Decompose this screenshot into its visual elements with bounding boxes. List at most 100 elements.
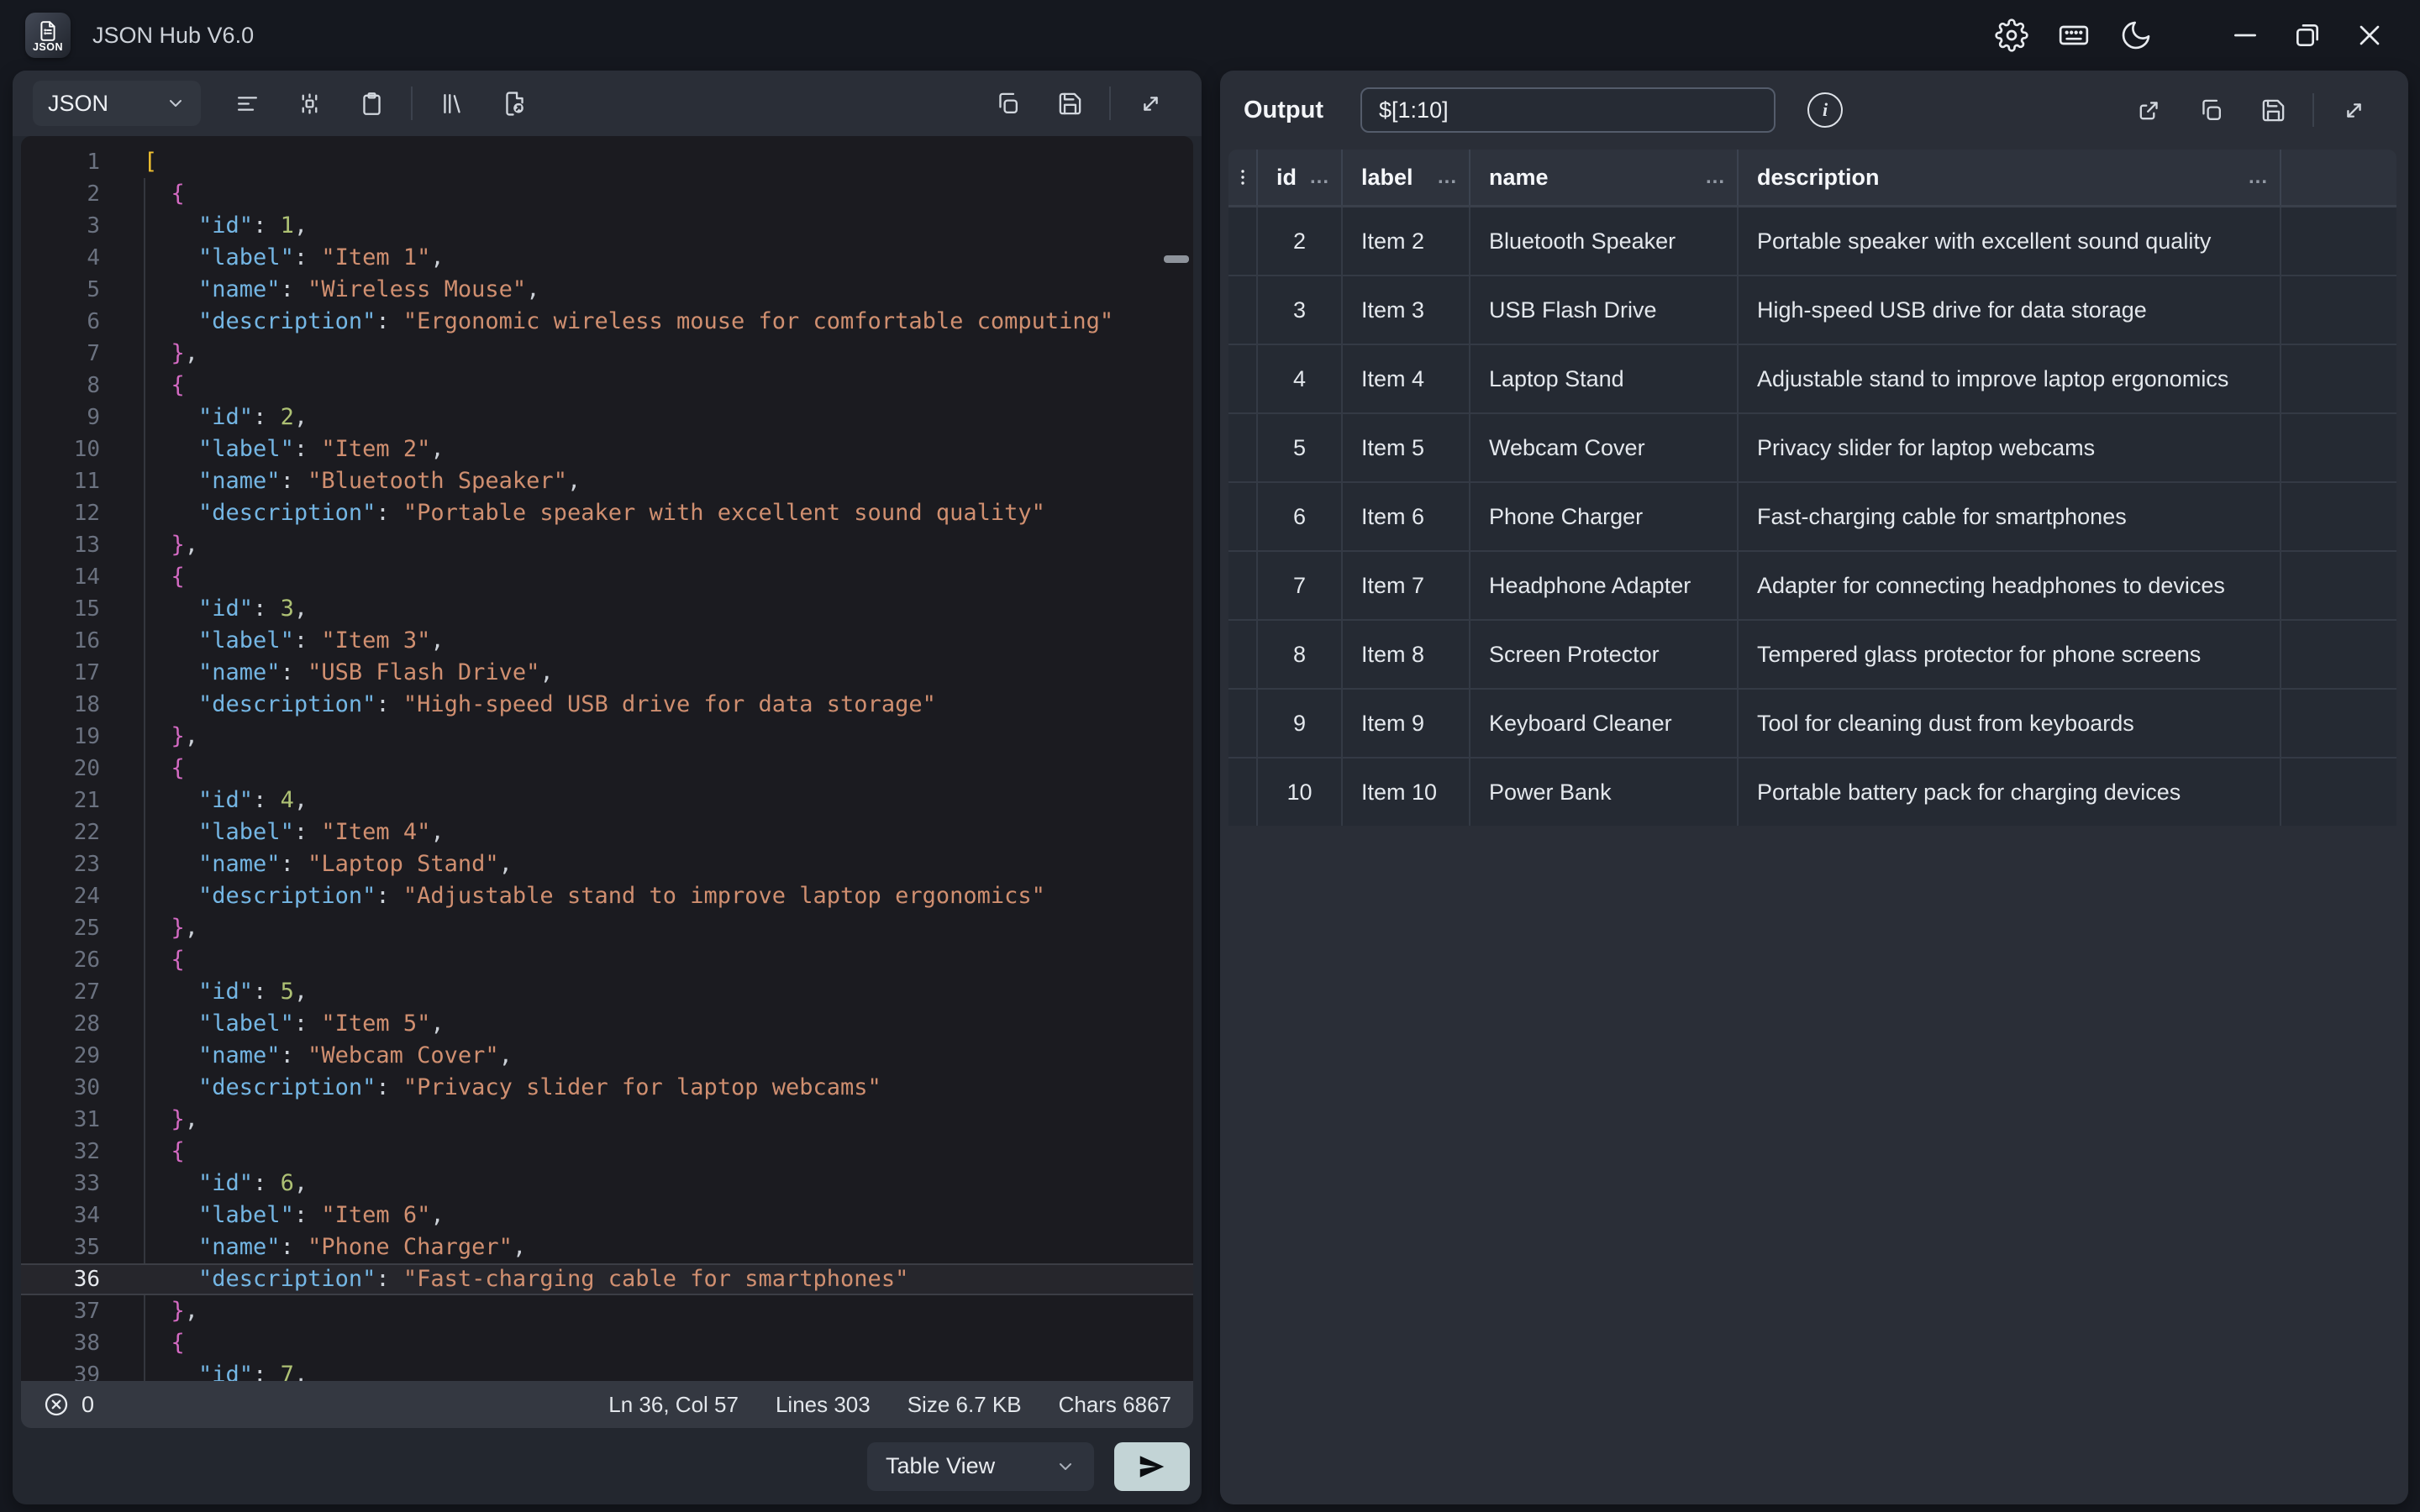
row-gutter — [1228, 207, 1258, 275]
editor-line: 22 "label": "Item 4", — [21, 816, 1193, 848]
copy-source-button[interactable] — [987, 83, 1028, 123]
cell-description: High-speed USB drive for data storage — [1739, 276, 2281, 344]
restore-icon — [2291, 18, 2324, 52]
chevron-down-icon — [166, 93, 186, 113]
code-text: "description": "Portable speaker with ex… — [122, 497, 1045, 529]
cell-name: Power Bank — [1470, 759, 1739, 826]
library-button[interactable] — [432, 83, 472, 123]
cell-name: USB Flash Drive — [1470, 276, 1739, 344]
editor-line: 4 "label": "Item 1", — [21, 242, 1193, 274]
theme-toggle-button[interactable] — [2109, 12, 2163, 59]
editor-line: 38 { — [21, 1327, 1193, 1359]
minimize-icon — [2228, 18, 2262, 52]
editor-line: 21 "id": 4, — [21, 785, 1193, 816]
code-text: "name": "Laptop Stand", — [122, 848, 513, 880]
format-select[interactable]: JSON — [33, 81, 201, 126]
editor-line: 39 "id": 7, — [21, 1359, 1193, 1381]
editor-line: 27 "id": 5, — [21, 976, 1193, 1008]
table-row: 9Item 9Keyboard CleanerTool for cleaning… — [1228, 688, 2396, 757]
column-menu-handle[interactable]: ... — [2249, 165, 2268, 189]
save-source-button[interactable] — [1050, 83, 1090, 123]
copy-output-button[interactable] — [2191, 90, 2231, 130]
table-menu-button[interactable] — [1228, 150, 1258, 205]
cell-label: Item 10 — [1343, 759, 1470, 826]
editor-line: 29 "name": "Webcam Cover", — [21, 1040, 1193, 1072]
line-number: 3 — [21, 210, 122, 242]
code-text: }, — [122, 1295, 198, 1327]
paste-button[interactable] — [351, 83, 392, 123]
code-text: "description": "Privacy slider for lapto… — [122, 1072, 881, 1104]
jsonpath-query-input[interactable] — [1360, 87, 1776, 133]
editor-line: 16 "label": "Item 3", — [21, 625, 1193, 657]
save-output-button[interactable] — [2253, 90, 2293, 130]
cell-label: Item 2 — [1343, 207, 1470, 275]
editor-line: 13 }, — [21, 529, 1193, 561]
cell-id: 7 — [1258, 552, 1343, 619]
code-text: "description": "Ergonomic wireless mouse… — [122, 306, 1113, 338]
save-icon — [2260, 97, 2286, 123]
code-text: "id": 5, — [122, 976, 308, 1008]
line-number: 16 — [21, 625, 122, 657]
code-text: "description": "Fast-charging cable for … — [122, 1263, 908, 1295]
keyboard-shortcuts-button[interactable] — [2047, 12, 2101, 59]
column-menu-handle[interactable]: ... — [1706, 165, 1725, 189]
line-count: Lines 303 — [776, 1392, 871, 1418]
cell-spacer — [2281, 621, 2396, 688]
output-toolbar — [2118, 90, 2385, 130]
code-text: }, — [122, 338, 198, 370]
gear-icon — [1995, 18, 2028, 52]
share-icon — [2136, 97, 2162, 123]
cell-description: Adapter for connecting headphones to dev… — [1739, 552, 2281, 619]
close-button[interactable] — [2343, 12, 2396, 59]
error-count: 0 — [82, 1392, 94, 1418]
run-controls: Table View — [13, 1428, 1202, 1504]
expand-editor-button[interactable] — [1130, 83, 1171, 123]
code-text: "description": "Adjustable stand to impr… — [122, 880, 1045, 912]
cell-label: Item 4 — [1343, 345, 1470, 412]
output-panel: Output i — [1220, 71, 2408, 1504]
editor-line: 15 "id": 3, — [21, 593, 1193, 625]
restore-button[interactable] — [2281, 12, 2334, 59]
column-menu-handle[interactable]: ... — [1438, 165, 1457, 189]
column-label: name — [1489, 165, 1549, 191]
code-text: "label": "Item 2", — [122, 433, 445, 465]
line-number: 10 — [21, 433, 122, 465]
format-document-button[interactable] — [227, 83, 267, 123]
toolbar-divider — [2312, 93, 2314, 127]
code-text: "name": "USB Flash Drive", — [122, 657, 554, 689]
json-code-editor[interactable]: 1[2 {3 "id": 1,4 "label": "Item 1",5 "na… — [21, 136, 1193, 1381]
code-text: "id": 3, — [122, 593, 308, 625]
editor-line: 32 { — [21, 1136, 1193, 1168]
cell-spacer — [2281, 207, 2396, 275]
table-row: 6Item 6Phone ChargerFast-charging cable … — [1228, 481, 2396, 550]
line-number: 6 — [21, 306, 122, 338]
column-menu-handle[interactable]: ... — [1310, 165, 1329, 189]
cell-description: Portable battery pack for charging devic… — [1739, 759, 2281, 826]
error-count-badge: 0 — [43, 1391, 94, 1418]
code-lines: 1[2 {3 "id": 1,4 "label": "Item 1",5 "na… — [21, 136, 1193, 1381]
line-number: 38 — [21, 1327, 122, 1359]
minify-button[interactable] — [289, 83, 329, 123]
view-mode-select[interactable]: Table View — [867, 1442, 1094, 1491]
expand-output-button[interactable] — [2333, 90, 2374, 130]
run-query-button[interactable] — [1114, 1442, 1190, 1491]
cell-name: Bluetooth Speaker — [1470, 207, 1739, 275]
code-text: "label": "Item 3", — [122, 625, 445, 657]
column-header-description: description... — [1739, 150, 2281, 205]
export-file-button[interactable] — [494, 83, 534, 123]
code-text: { — [122, 1136, 185, 1168]
cell-spacer — [2281, 345, 2396, 412]
share-output-button[interactable] — [2128, 90, 2169, 130]
cell-description: Tool for cleaning dust from keyboards — [1739, 690, 2281, 757]
column-header-label: label... — [1343, 150, 1470, 205]
minimize-button[interactable] — [2218, 12, 2272, 59]
editor-statusbar: 0 Ln 36, Col 57 Lines 303 Size 6.7 KB Ch… — [21, 1381, 1193, 1428]
editor-line: 1[ — [21, 146, 1193, 178]
settings-button[interactable] — [1985, 12, 2039, 59]
line-number: 39 — [21, 1359, 122, 1381]
row-gutter — [1228, 690, 1258, 757]
editor-scrollbar-thumb[interactable] — [1164, 255, 1189, 263]
format-select-value: JSON — [48, 91, 108, 117]
editor-line: 31 }, — [21, 1104, 1193, 1136]
query-info-button[interactable]: i — [1807, 92, 1843, 128]
